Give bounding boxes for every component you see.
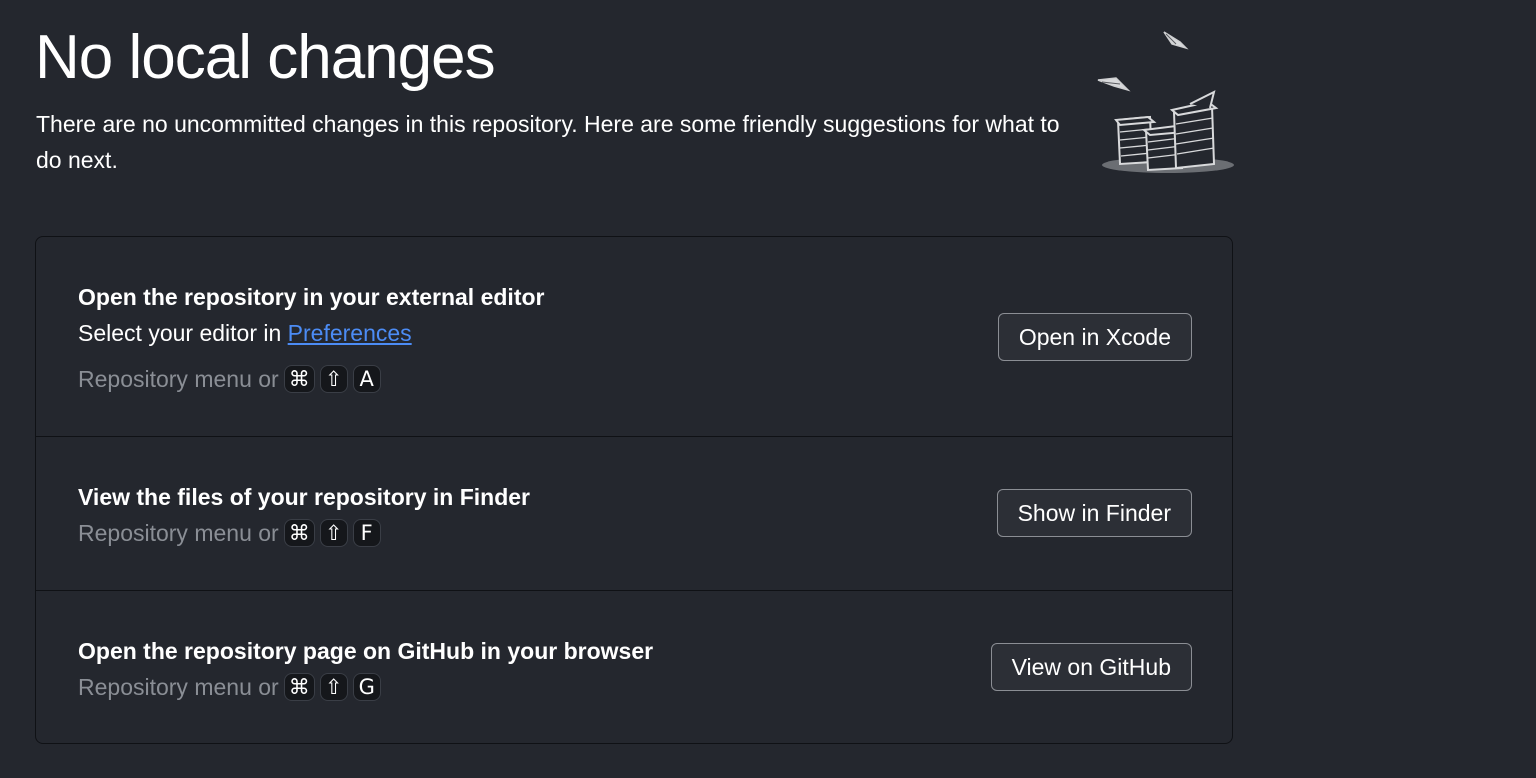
page-subtitle: There are no uncommitted changes in this… [36, 111, 1060, 173]
suggestion-text: Open the repository in your external edi… [78, 279, 544, 397]
description-prefix: Select your editor in [78, 320, 288, 346]
suggestion-description: Select your editor in Preferences [78, 315, 544, 351]
suggestion-open-editor: Open the repository in your external edi… [36, 237, 1232, 437]
shift-key-icon: ⇧ [319, 673, 348, 701]
show-in-finder-button[interactable]: Show in Finder [996, 489, 1192, 537]
suggestion-title: Open the repository page on GitHub in yo… [78, 638, 654, 664]
paper-stacks-illustration-icon [1090, 22, 1240, 182]
shortcut-prefix: Repository menu or [78, 674, 279, 700]
suggestion-title: Open the repository in your external edi… [78, 284, 545, 310]
suggestion-text: View the files of your repository in Fin… [78, 479, 530, 551]
shortcut-prefix: Repository menu or [78, 520, 279, 546]
command-key-icon: ⌘ [283, 519, 315, 547]
suggestion-show-in-finder: View the files of your repository in Fin… [36, 437, 1232, 591]
suggestion-text: Open the repository page on GitHub in yo… [78, 633, 653, 705]
letter-key: G [352, 673, 381, 701]
letter-key: F [352, 519, 381, 547]
preferences-link[interactable]: Preferences [288, 320, 412, 346]
no-local-changes-view: No local changes There are no uncommitte… [0, 0, 1536, 778]
command-key-icon: ⌘ [283, 673, 315, 701]
view-on-github-button[interactable]: View on GitHub [990, 643, 1192, 691]
suggestions-card: Open the repository in your external edi… [35, 236, 1233, 744]
letter-key: A [352, 365, 381, 393]
suggestion-view-on-github: Open the repository page on GitHub in yo… [36, 591, 1232, 743]
shortcut-hint: Repository menu or ⌘ ⇧ A [78, 361, 544, 397]
shift-key-icon: ⇧ [319, 365, 348, 393]
shift-key-icon: ⇧ [319, 519, 348, 547]
suggestion-title: View the files of your repository in Fin… [78, 484, 530, 510]
page-title: No local changes [35, 23, 496, 92]
open-in-editor-button[interactable]: Open in Xcode [997, 313, 1192, 361]
shortcut-hint: Repository menu or ⌘ ⇧ G [78, 669, 653, 705]
command-key-icon: ⌘ [283, 365, 315, 393]
shortcut-hint: Repository menu or ⌘ ⇧ F [78, 515, 530, 551]
shortcut-prefix: Repository menu or [78, 366, 279, 392]
